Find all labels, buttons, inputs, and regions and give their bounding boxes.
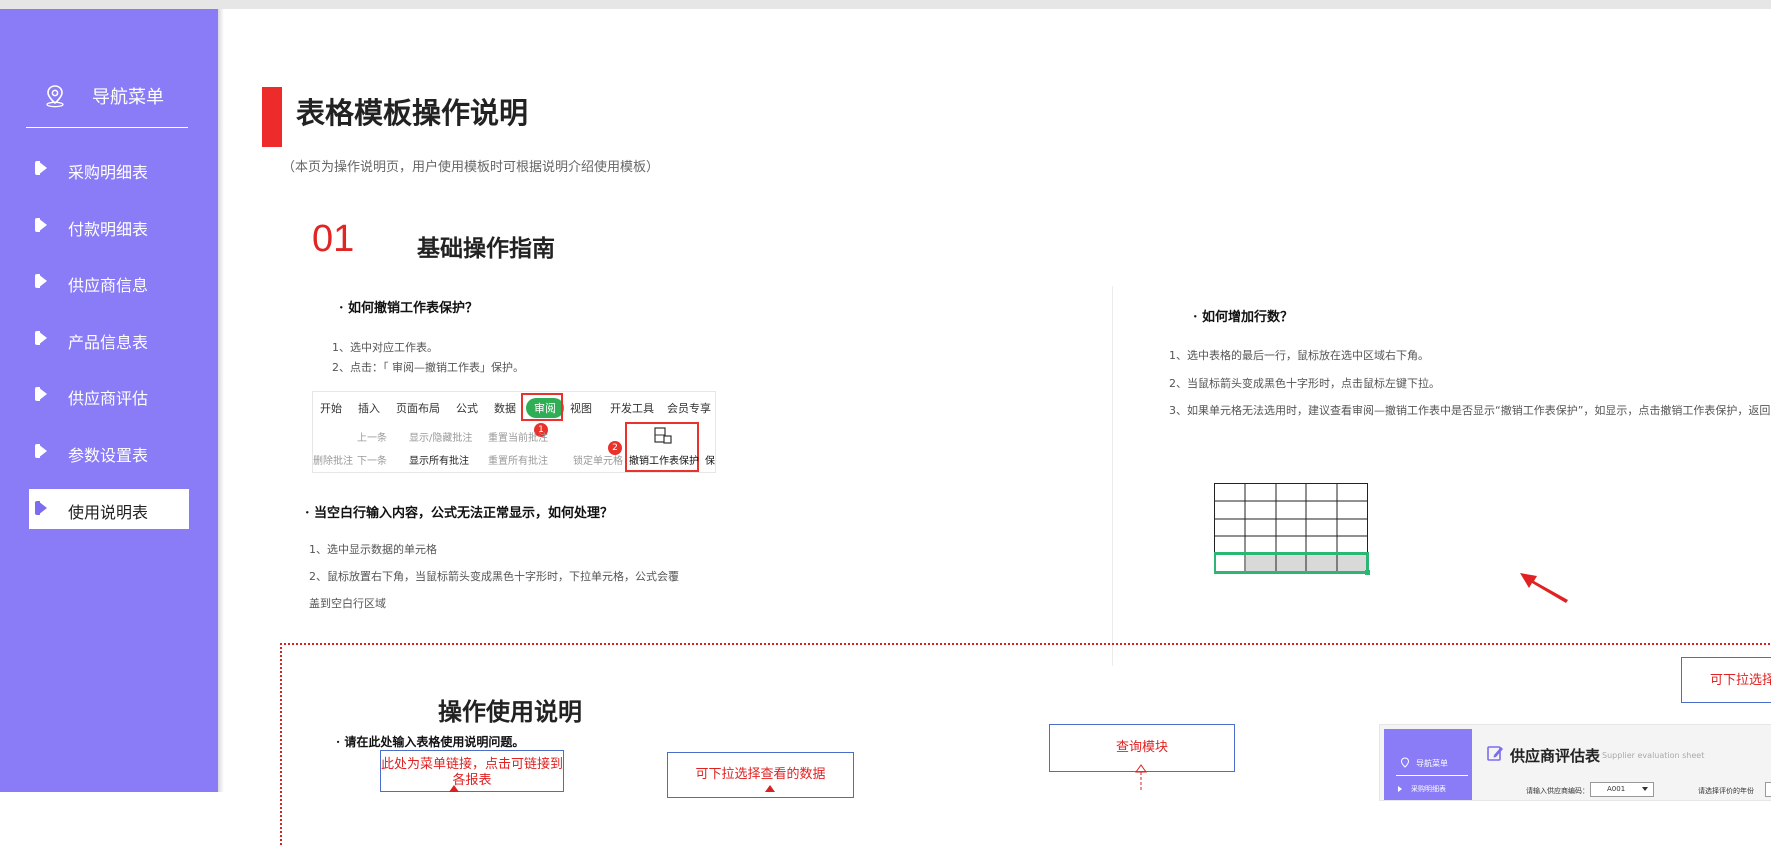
location-pin-icon — [1400, 757, 1410, 768]
preview-nav-divider — [1396, 775, 1468, 776]
callout-dropdown: 可下拉选择查看的数据 — [667, 752, 854, 798]
operations-title: 操作使用说明 — [438, 698, 582, 726]
page-title: 表格模板操作说明 — [296, 96, 529, 130]
sidebar-item-purchase-detail[interactable]: 采购明细表 — [29, 149, 189, 189]
window-top-bar — [0, 0, 1771, 9]
column-divider — [1112, 286, 1113, 666]
nav-header: 导航菜单 — [26, 71, 188, 128]
sidebar-item-instructions[interactable]: 使用说明表 — [29, 489, 189, 529]
ribbon-tab-view: 视图 — [570, 402, 592, 415]
question-unprotect-sheet: · 如何撤销工作表保护？ — [339, 301, 479, 316]
ribbon-prev-comment: 上一条 — [357, 433, 387, 444]
preview-field1-label: 请输入供应商编码： — [1526, 787, 1589, 795]
ribbon-tail: 保 — [705, 456, 715, 467]
review-tab-highlight — [521, 393, 563, 421]
preview-subtitle: Supplier evaluation sheet — [1602, 751, 1705, 760]
play-icon — [1398, 786, 1402, 792]
page-subtitle: （本页为操作说明页，用户使用模板时可根据说明介绍使用模板） — [282, 160, 660, 175]
question-add-rows: · 如何增加行数？ — [1193, 310, 1294, 325]
title-accent-bar — [262, 87, 282, 147]
ribbon-next-comment: 下一条 — [357, 456, 387, 467]
dashed-up-arrow — [1135, 764, 1147, 792]
ribbon-screenshot: 开始 插入 页面布局 公式 数据 审阅 视图 开发工具 会员专享 1 上一条 显… — [312, 391, 716, 473]
nav-header-label: 导航菜单 — [92, 87, 164, 108]
callout-dropdown-right: 可下拉选择 — [1681, 657, 1771, 703]
q2-step-3: 盖到空白行区域 — [309, 597, 386, 610]
dashed-up-arrow — [449, 785, 459, 792]
ribbon-delete-comment: 删除批注 — [313, 456, 353, 467]
ribbon-show-all-comments: 显示所有批注 — [409, 456, 469, 467]
table-illustration — [1214, 483, 1370, 575]
q3-step-1: 1、选中表格的最后一行，鼠标放在选中区域右下角。 — [1169, 349, 1429, 362]
section-title: 基础操作指南 — [417, 236, 555, 262]
q3-step-2: 2、当鼠标箭头变成黑色十字形时，点击鼠标左键下拉。 — [1169, 377, 1440, 390]
location-pin-icon — [46, 85, 64, 108]
unprotect-sheet-icon — [654, 427, 672, 444]
preview-title: 供应商评估表 — [1510, 747, 1601, 765]
unprotect-sheet-label: 撤销工作表保护 — [629, 456, 699, 467]
q2-step-1: 1、选中显示数据的单元格 — [309, 543, 437, 556]
dashed-up-arrow — [765, 785, 775, 792]
operations-question: · 请在此处输入表格使用说明问题。 — [336, 735, 525, 749]
edit-icon — [1487, 746, 1503, 761]
step-badge-2: 2 — [608, 441, 622, 455]
ribbon-tab-developer: 开发工具 — [610, 402, 654, 415]
ribbon-toggle-comments: 显示/隐藏批注 — [409, 433, 473, 444]
ribbon-tab-member: 会员专享 — [667, 402, 711, 415]
preview-nav-header: 导航菜单 — [1416, 759, 1448, 768]
sidebar-shadow — [218, 9, 224, 792]
preview-field2-label: 请选择评价的年份 — [1698, 787, 1754, 795]
preview-sidebar: 导航菜单 采购明细表 — [1384, 729, 1472, 800]
q3-step-3: 3、如果单元格无法选用时，建议查看审阅—撤销工作表中是否显示“撤销工作表保护”，… — [1169, 404, 1771, 417]
question-formula-display: · 当空白行输入内容，公式无法正常显示，如何处理？ — [305, 506, 614, 521]
sidebar-item-supplier-evaluation[interactable]: 供应商评估 — [29, 375, 189, 415]
q1-step-1: 1、选中对应工作表。 — [332, 341, 438, 354]
supplier-evaluation-preview: 导航菜单 采购明细表 供应商评估表 Supplier evaluation sh… — [1379, 724, 1771, 801]
ribbon-reset-all: 重置所有批注 — [488, 456, 548, 467]
ribbon-tab-page-layout: 页面布局 — [396, 402, 440, 415]
ribbon-tab-insert: 插入 — [358, 402, 380, 415]
red-arrow-icon — [1520, 573, 1568, 603]
ribbon-reset-current: 重置当前批注 — [488, 433, 548, 444]
section-number: 01 — [312, 218, 355, 260]
q2-step-2: 2、鼠标放置右下角，当鼠标箭头变成黑色十字形时，下拉单元格，公式会覆 — [309, 570, 679, 583]
q1-step-2: 2、点击：「 审阅—撤销工作表」保护。 — [332, 361, 524, 374]
sidebar-item-parameter-settings[interactable]: 参数设置表 — [29, 432, 189, 472]
chevron-down-icon — [1642, 787, 1648, 791]
callout-menu-link: 此处为菜单链接，点击可链接到各报表 — [380, 750, 564, 792]
ribbon-tab-data: 数据 — [494, 402, 516, 415]
preview-year-select — [1765, 782, 1771, 797]
ribbon-tab-home: 开始 — [320, 402, 342, 415]
sidebar-item-supplier-info[interactable]: 供应商信息 — [29, 262, 189, 302]
sidebar-item-product-info[interactable]: 产品信息表 — [29, 319, 189, 359]
sidebar-item-payment-detail[interactable]: 付款明细表 — [29, 206, 189, 246]
ribbon-tab-formulas: 公式 — [456, 402, 478, 415]
sidebar: 导航菜单 采购明细表 付款明细表 供应商信息 产品信息表 供应商评估 参数设置表… — [0, 9, 218, 792]
preview-nav-item: 采购明细表 — [1411, 785, 1446, 793]
